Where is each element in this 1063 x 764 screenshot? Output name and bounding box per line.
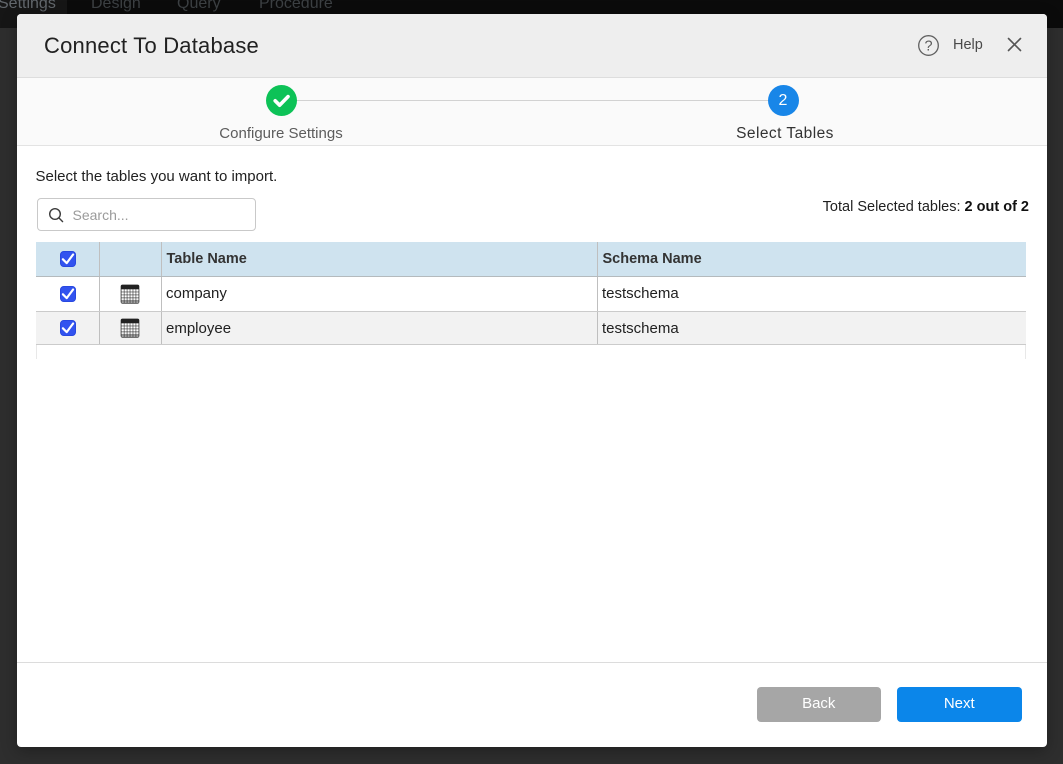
svg-text:?: ? — [924, 39, 932, 55]
